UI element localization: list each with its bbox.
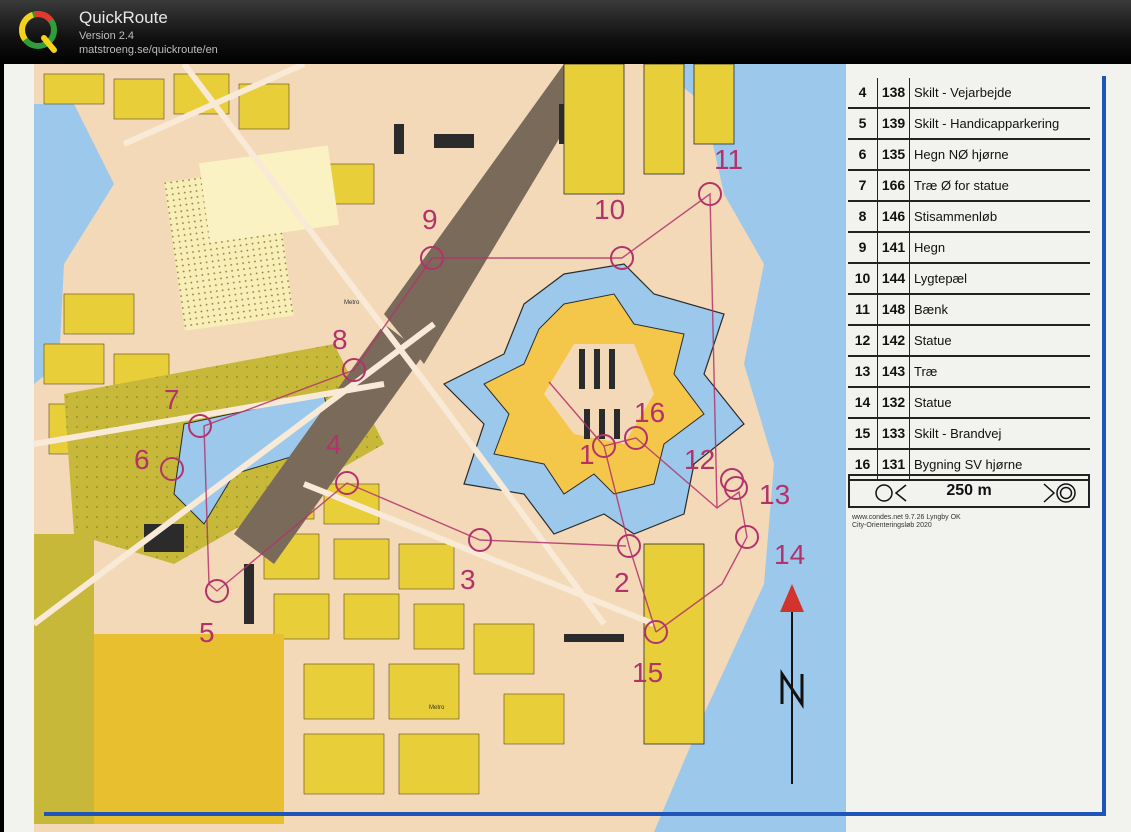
metro-label-2: Metro [429,705,445,711]
control-description: Stisammenløb [914,209,998,224]
control-number: 10 [848,264,878,293]
control-number: 14 [848,388,878,417]
control-description: Bygning SV hjørne [914,457,1023,472]
control-label-6: 6 [134,444,150,475]
control-code: 146 [878,202,910,231]
control-description-row: 13 143 Træ [848,357,1090,388]
start-symbol-icon [875,484,907,502]
control-code: 143 [878,357,910,386]
control-description: Skilt - Handicapparkering [914,116,1060,131]
control-code: 141 [878,233,910,262]
control-number: 13 [848,357,878,386]
control-code: 139 [878,109,910,138]
control-label-11: 11 [714,144,743,175]
control-label-2: 2 [614,567,630,598]
title-bar: QuickRoute Version 2.4 matstroeng.se/qui… [0,0,1131,64]
map-border-bottom [44,812,1106,816]
control-description: Hegn NØ hjørne [914,147,1009,162]
app-url[interactable]: matstroeng.se/quickroute/en [79,44,218,56]
control-code: 144 [878,264,910,293]
control-description: Skilt - Vejarbejde [914,85,1012,100]
control-description-row: 5 139 Skilt - Handicapparkering [848,109,1090,140]
control-description-row: 6 135 Hegn NØ hjørne [848,140,1090,171]
control-label-14: 14 [774,539,805,570]
metro-label-1: Metro [344,300,360,306]
control-label-3: 3 [460,564,476,595]
control-number: 7 [848,171,878,200]
control-description-row: 4 138 Skilt - Vejarbejde [848,78,1090,109]
control-number: 5 [848,109,878,138]
control-description: Hegn [914,240,946,255]
app-title: QuickRoute [79,8,168,27]
control-label-5: 5 [199,617,215,648]
control-description: Bænk [914,302,948,317]
control-label-1: 1 [579,439,595,470]
control-number: 11 [848,295,878,324]
control-description-row: 12 142 Statue [848,326,1090,357]
control-code: 133 [878,419,910,448]
control-label-9: 9 [422,204,438,235]
control-code: 166 [878,171,910,200]
control-number: 8 [848,202,878,231]
control-descriptions: 4 138 Skilt - Vejarbejde 5 139 Skilt - Handic… [848,78,1090,481]
finish-distance: 250 m [946,482,992,499]
finish-symbol-icon [1043,483,1076,503]
control-description-row: 11 148 Bænk [848,295,1090,326]
control-description-row: 7 166 Træ Ø for statue [848,171,1090,202]
credit-line-2: City-Orienteringsløb 2020 [852,522,932,529]
map-border-right [1102,76,1106,816]
control-label-7: 7 [164,384,180,415]
control-description: Lygtepæl [914,271,967,286]
control-label-4: 4 [326,429,342,460]
map-credit: www.condes.net 9.7.26 Lyngby OK City-Ori… [852,514,961,530]
control-description: Skilt - Brandvej [914,426,1002,441]
control-description: Statue [914,395,952,410]
control-description: Træ Ø for statue [914,178,1009,193]
control-description-row: 15 133 Skilt - Brandvej [848,419,1090,450]
orienteering-map[interactable]: Metro Metro 123456789 10111213141516 [4,64,846,832]
control-label-15: 15 [632,657,663,688]
control-description: Statue [914,333,952,348]
finish-row: 250 m [848,474,1090,508]
control-description: Træ [914,364,938,379]
control-label-16: 16 [634,397,665,428]
control-code: 148 [878,295,910,324]
control-label-10: 10 [594,194,625,225]
quickroute-logo-icon [19,11,57,53]
control-number: 15 [848,419,878,448]
control-label-8: 8 [332,324,348,355]
control-number: 9 [848,233,878,262]
app-version: Version 2.4 [79,30,135,42]
control-number: 6 [848,140,878,169]
control-code: 132 [878,388,910,417]
control-number: 12 [848,326,878,355]
control-code: 135 [878,140,910,169]
credit-line-1: www.condes.net 9.7.26 Lyngby OK [852,514,961,521]
control-description-row: 8 146 Stisammenløb [848,202,1090,233]
control-description-row: 9 141 Hegn [848,233,1090,264]
control-code: 142 [878,326,910,355]
control-label-13: 13 [759,479,790,510]
control-code: 138 [878,78,910,107]
control-label-12: 12 [684,444,715,475]
control-number: 4 [848,78,878,107]
scanned-map-sheet: Metro Metro 1 2 3 4 5 6 7 8 9 10 11 12 13 14 15 16 4 138… [4,64,1131,832]
control-description-row: 14 132 Statue [848,388,1090,419]
control-description-row: 10 144 Lygtepæl [848,264,1090,295]
